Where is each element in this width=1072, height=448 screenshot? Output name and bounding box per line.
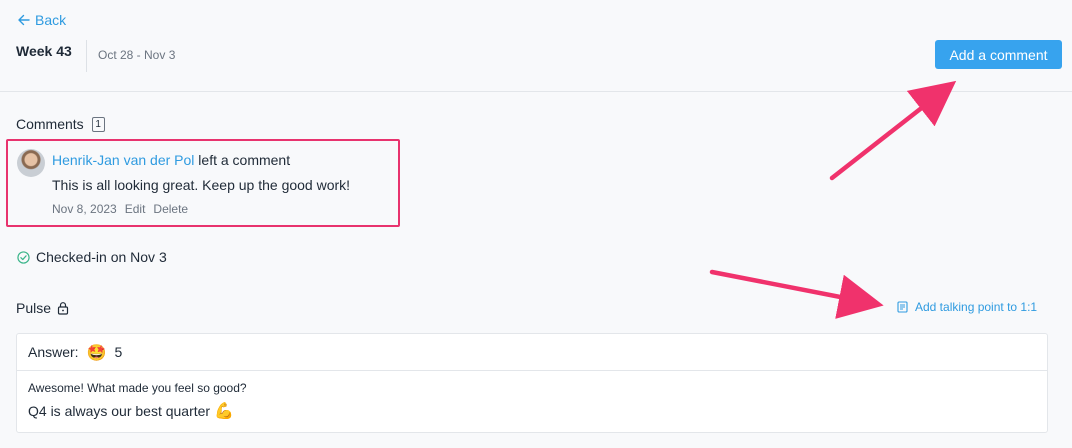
back-label: Back (35, 12, 67, 28)
edit-comment-link[interactable]: Edit (125, 202, 146, 216)
comment-action-text: left a comment (194, 152, 291, 168)
delete-comment-link[interactable]: Delete (153, 202, 188, 216)
add-talking-point-label: Add talking point to 1:1 (915, 300, 1038, 314)
header-divider-line (0, 91, 1072, 92)
pulse-card: Answer: 🤩 5 Awesome! What made you feel … (16, 333, 1048, 433)
avatar (17, 149, 45, 177)
header-divider (86, 40, 87, 72)
back-link[interactable]: Back (17, 12, 66, 28)
pulse-heading: Pulse (16, 300, 69, 316)
week-range: Oct 28 - Nov 3 (98, 48, 176, 62)
pulse-question: Awesome! What made you feel so good? (28, 381, 247, 395)
answer-label: Answer: (28, 344, 79, 360)
add-talking-point-link[interactable]: Add talking point to 1:1 (897, 300, 1037, 314)
answer-emoji: 🤩 (86, 342, 107, 362)
check-circle-icon (17, 250, 30, 264)
comments-heading-label: Comments (16, 116, 84, 132)
pulse-response-text: Q4 is always our best quarter (28, 402, 211, 419)
page-title: Week 43 (16, 43, 72, 59)
checkin-status: Checked-in on Nov 3 (17, 249, 167, 265)
checkin-label: Checked-in on Nov 3 (36, 249, 167, 265)
annotation-arrow-comment (829, 80, 957, 181)
comments-count-badge: 1 (91, 116, 105, 132)
comment-meta: Nov 8, 2023 Edit Delete (52, 202, 188, 216)
note-icon (897, 301, 908, 313)
comments-heading: Comments 1 (16, 116, 105, 132)
pulse-answer-row: Answer: 🤩 5 (17, 334, 1047, 371)
add-comment-button[interactable]: Add a comment (935, 40, 1062, 69)
pulse-response: Q4 is always our best quarter 💪 (28, 401, 234, 420)
comment-body: This is all looking great. Keep up the g… (52, 177, 351, 193)
comment-author-link[interactable]: Henrik-Jan van der Pol (52, 152, 194, 168)
comment-header: Henrik-Jan van der Pol left a comment (52, 152, 290, 168)
response-emoji: 💪 (214, 401, 235, 420)
lock-icon (57, 302, 69, 315)
comment-date: Nov 8, 2023 (52, 202, 117, 216)
annotation-arrow-talking-point (709, 269, 884, 319)
answer-value: 5 (114, 344, 123, 360)
arrow-left-icon (18, 14, 30, 26)
pulse-heading-label: Pulse (16, 300, 52, 316)
